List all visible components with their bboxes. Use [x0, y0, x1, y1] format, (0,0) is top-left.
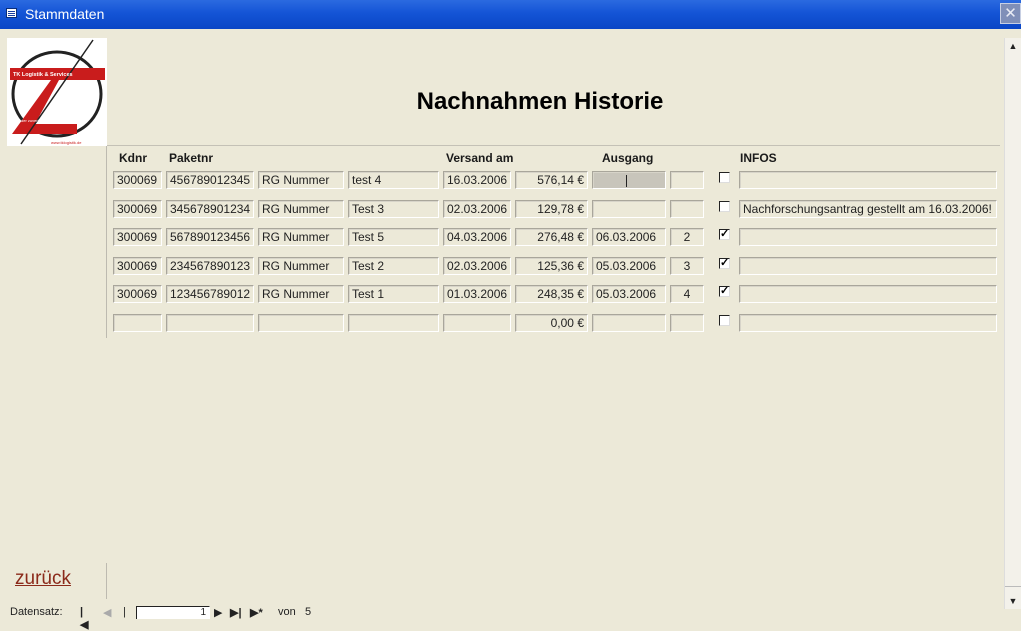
cell-kdnr[interactable]: 300069 [113, 285, 162, 303]
section-divider [106, 146, 107, 338]
cell-versand[interactable]: 02.03.2006 [443, 257, 511, 275]
last-record-button[interactable]: ▶| [230, 606, 242, 619]
column-header-infos: INFOS [740, 151, 777, 165]
back-link[interactable]: zurück [15, 568, 71, 590]
cell-kdnr[interactable] [113, 314, 162, 332]
cell-rg[interactable]: RG Nummer [258, 228, 344, 246]
cell-versand[interactable]: 02.03.2006 [443, 200, 511, 218]
cell-name[interactable]: Test 2 [348, 257, 439, 275]
logo-tag-text: der zuverlässige Paketdienst [21, 118, 73, 123]
cell-betrag[interactable]: 129,78 € [515, 200, 588, 218]
vertical-scrollbar[interactable]: ▲ ▼ [1004, 38, 1021, 609]
first-record-button[interactable]: |◀ [80, 606, 88, 631]
record-label: Datensatz: [10, 606, 63, 618]
cell-betrag[interactable]: 576,14 € [515, 171, 588, 189]
received-checkbox[interactable] [719, 315, 730, 326]
cell-ausgang[interactable]: 05.03.2006 [592, 257, 666, 275]
cell-paketnr[interactable]: 567890123456 [166, 228, 254, 246]
cell-info[interactable] [739, 171, 997, 189]
new-record-button[interactable]: ▶* [250, 606, 263, 619]
cell-rg[interactable]: RG Nummer [258, 200, 344, 218]
record-total: 5 [305, 606, 312, 618]
received-checkbox[interactable] [719, 172, 730, 183]
cell-name[interactable]: Test 5 [348, 228, 439, 246]
cell-versand[interactable] [443, 314, 511, 332]
cell-nr[interactable]: 4 [670, 285, 704, 303]
page-title: Nachnahmen Historie [416, 88, 664, 115]
cell-name[interactable]: Test 3 [348, 200, 439, 218]
cell-versand[interactable]: 01.03.2006 [443, 285, 511, 303]
cell-betrag[interactable]: 248,35 € [515, 285, 588, 303]
cell-kdnr[interactable]: 300069 [113, 200, 162, 218]
of-label: von [278, 606, 296, 618]
text-cursor [626, 174, 627, 187]
header-divider [107, 145, 1000, 146]
cell-ausgang[interactable] [592, 171, 666, 189]
cell-ausgang[interactable] [592, 314, 666, 332]
cell-kdnr[interactable]: 300069 [113, 171, 162, 189]
current-record-input[interactable]: 1 [136, 606, 210, 619]
cell-nr[interactable] [670, 171, 704, 189]
cell-betrag[interactable]: 125,36 € [515, 257, 588, 275]
cell-ausgang[interactable]: 05.03.2006 [592, 285, 666, 303]
column-header-kdnr: Kdnr [119, 151, 147, 165]
cell-ausgang[interactable]: 06.03.2006 [592, 228, 666, 246]
cell-paketnr[interactable]: 345678901234 [166, 200, 254, 218]
nav-separator: | [123, 606, 126, 618]
cell-paketnr[interactable]: 234567890123 [166, 257, 254, 275]
column-header-versand: Versand am [446, 151, 514, 165]
form-icon [6, 8, 17, 18]
cell-name[interactable] [348, 314, 439, 332]
cell-rg[interactable] [258, 314, 344, 332]
scroll-up-icon[interactable]: ▲ [1005, 38, 1021, 54]
logo-url-text: www.tklogistik.de [51, 140, 82, 145]
cell-rg[interactable]: RG Nummer [258, 171, 344, 189]
received-checkbox[interactable]: ✓ [719, 258, 730, 269]
cell-nr[interactable] [670, 314, 704, 332]
column-header-ausgang: Ausgang [602, 151, 654, 165]
next-record-button[interactable]: ▶ [214, 606, 222, 619]
cell-name[interactable]: test 4 [348, 171, 439, 189]
logo-top-text: TK Logistik & Services [13, 72, 73, 78]
cell-betrag[interactable]: 0,00 € [515, 314, 588, 332]
scroll-rail [1005, 586, 1021, 587]
cell-paketnr[interactable]: 123456789012 [166, 285, 254, 303]
received-checkbox[interactable] [719, 201, 730, 212]
cell-kdnr[interactable]: 300069 [113, 257, 162, 275]
cell-nr[interactable]: 2 [670, 228, 704, 246]
cell-info[interactable] [739, 314, 997, 332]
received-checkbox[interactable]: ✓ [719, 229, 730, 240]
cell-info[interactable] [739, 228, 997, 246]
cell-paketnr[interactable] [166, 314, 254, 332]
cell-versand[interactable]: 04.03.2006 [443, 228, 511, 246]
received-checkbox[interactable]: ✓ [719, 286, 730, 297]
cell-info[interactable] [739, 285, 997, 303]
close-button[interactable]: ✕ [1000, 3, 1021, 24]
section-divider-bottom [106, 563, 107, 599]
cell-versand[interactable]: 16.03.2006 [443, 171, 511, 189]
cell-nr[interactable] [670, 200, 704, 218]
cell-nr[interactable]: 3 [670, 257, 704, 275]
cell-betrag[interactable]: 276,48 € [515, 228, 588, 246]
cell-rg[interactable]: RG Nummer [258, 285, 344, 303]
cell-rg[interactable]: RG Nummer [258, 257, 344, 275]
scroll-down-icon[interactable]: ▼ [1005, 593, 1021, 609]
cell-info[interactable]: Nachforschungsantrag gestellt am 16.03.2… [739, 200, 997, 218]
previous-record-button[interactable]: ◀ [103, 606, 111, 619]
window-title: Stammdaten [25, 6, 105, 22]
cell-kdnr[interactable]: 300069 [113, 228, 162, 246]
cell-info[interactable] [739, 257, 997, 275]
cell-name[interactable]: Test 1 [348, 285, 439, 303]
cell-ausgang[interactable] [592, 200, 666, 218]
title-bar: Stammdaten ✕ [0, 0, 1021, 29]
cell-paketnr[interactable]: 456789012345 [166, 171, 254, 189]
column-header-paketnr: Paketnr [169, 151, 214, 165]
